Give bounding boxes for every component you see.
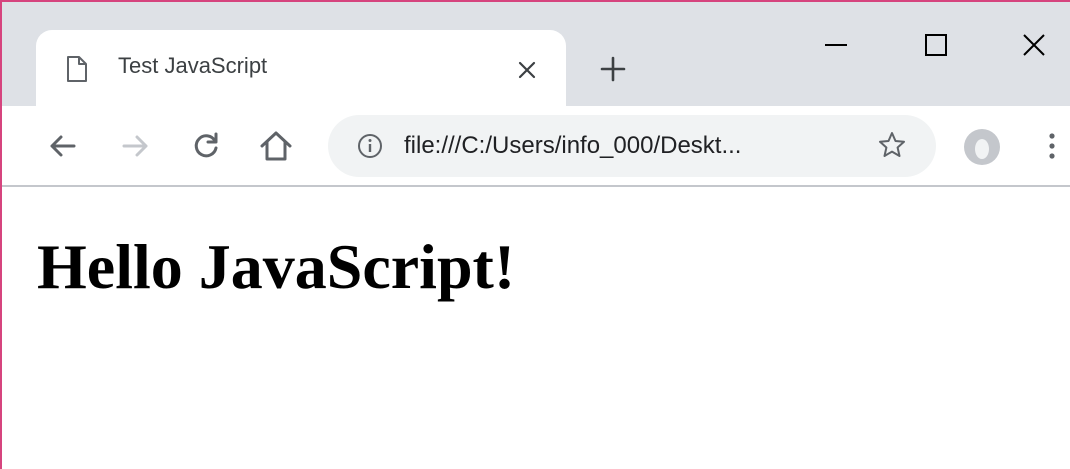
arrow-left-icon[interactable] bbox=[42, 126, 82, 166]
reload-icon[interactable] bbox=[186, 126, 226, 166]
new-tab-plus-icon[interactable] bbox=[598, 54, 628, 84]
url-text[interactable]: file:///C:/Users/info_000/Deskt... bbox=[404, 132, 741, 160]
close-icon[interactable] bbox=[1014, 27, 1054, 63]
home-icon[interactable] bbox=[256, 126, 296, 166]
tab-close-icon[interactable] bbox=[514, 57, 540, 83]
tab-strip: Test JavaScript bbox=[2, 2, 1070, 106]
more-vertical-icon[interactable] bbox=[1042, 128, 1062, 164]
page-content: Hello JavaScript! bbox=[2, 187, 1070, 469]
tab-title: Test JavaScript bbox=[118, 53, 268, 78]
info-icon[interactable] bbox=[356, 132, 384, 160]
address-bar[interactable]: file:///C:/Users/info_000/Deskt... bbox=[328, 115, 936, 177]
star-icon[interactable] bbox=[876, 129, 908, 161]
document-icon bbox=[66, 55, 88, 83]
toolbar: file:///C:/Users/info_000/Deskt... bbox=[2, 106, 1070, 187]
avatar[interactable] bbox=[962, 127, 1002, 167]
arrow-right-icon[interactable] bbox=[116, 126, 156, 166]
maximize-icon[interactable] bbox=[916, 27, 956, 63]
browser-tab[interactable]: Test JavaScript bbox=[36, 30, 566, 106]
browser-window: Test JavaScript file:///C:/Users/info_00… bbox=[0, 0, 1070, 469]
minimize-icon[interactable] bbox=[816, 27, 856, 63]
page-heading: Hello JavaScript! bbox=[37, 231, 516, 302]
